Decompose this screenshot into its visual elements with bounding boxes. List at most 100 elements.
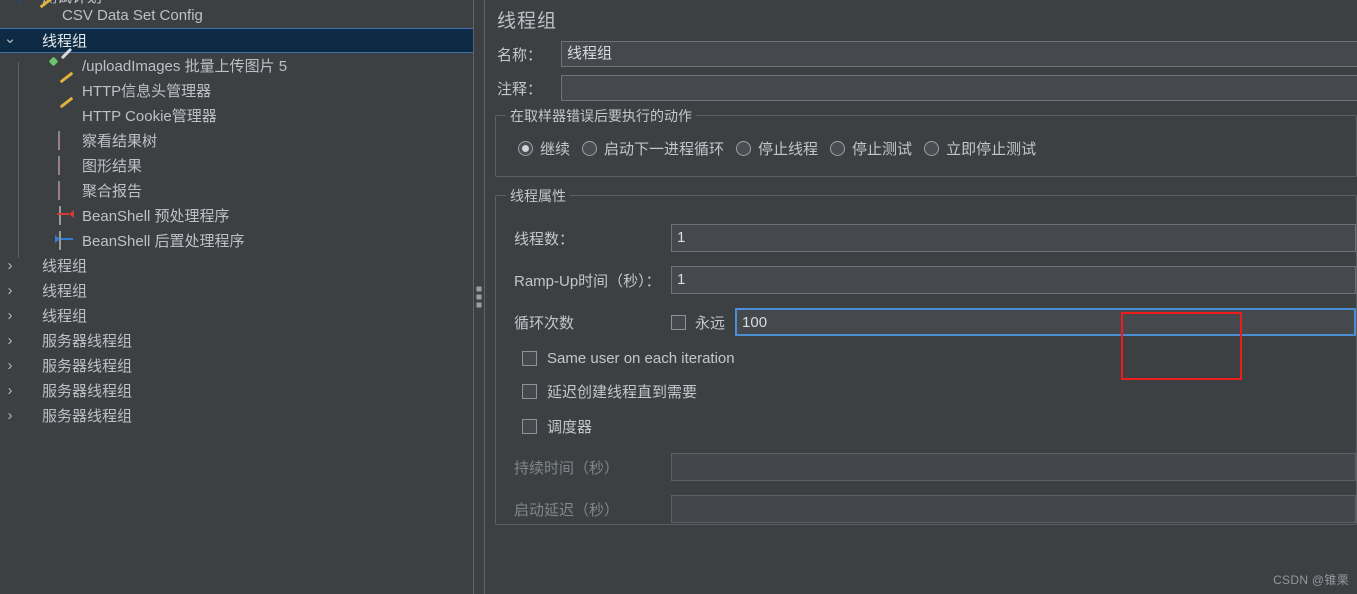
gear-icon [18, 307, 36, 325]
tree-item-15[interactable]: › 服务器线程组 [0, 353, 473, 378]
chevron-right-icon[interactable]: › [2, 333, 18, 348]
tree-item-label: 察看结果树 [82, 133, 158, 150]
chevron-right-icon[interactable]: › [2, 258, 18, 273]
same-user-label: Same user on each iteration [547, 350, 735, 367]
radio-button[interactable] [582, 141, 598, 156]
startup-delay-label: 启动延迟（秒） [514, 501, 620, 519]
delay-create-checkbox[interactable] [522, 384, 537, 399]
forever-checkbox[interactable] [671, 314, 686, 330]
num-threads-row: 线程数： 1 [496, 224, 1356, 252]
tree-item-7[interactable]: 图形结果 [0, 153, 473, 178]
tree-item-13[interactable]: › 线程组 [0, 303, 473, 328]
tree-item-label: 服务器线程组 [42, 408, 133, 425]
wrench-icon [58, 107, 76, 125]
chevron-right-icon[interactable]: › [2, 358, 18, 373]
on-sampler-error-radio-group[interactable]: 继续 启动下一进程循环 停止线程 停止测试 立即停止测试 [496, 138, 1356, 159]
tree-item-label: 服务器线程组 [42, 383, 133, 400]
radio-button[interactable] [830, 141, 846, 156]
tree-item-label: BeanShell 后置处理程序 [82, 233, 245, 250]
radio-button[interactable] [736, 141, 752, 156]
radio-button[interactable] [518, 141, 533, 156]
doc-post-icon [58, 230, 76, 250]
scheduler-label: 调度器 [547, 419, 593, 436]
loop-count-label: 循环次数 [514, 314, 575, 332]
ramp-up-input[interactable]: 1 [671, 266, 1356, 294]
wrench-icon [58, 82, 76, 100]
loop-count-input[interactable]: 100 [735, 308, 1356, 336]
tree-item-11[interactable]: › 线程组 [0, 253, 473, 278]
gear-icon [18, 357, 36, 375]
on-error-option-4[interactable]: 立即停止测试 [924, 138, 1036, 159]
duration-row: 持续时间（秒） [496, 453, 1356, 481]
tree-item-label: BeanShell 预处理程序 [82, 208, 230, 225]
tree-item-label: CSV Data Set Config [62, 7, 203, 24]
dropper-icon [58, 57, 76, 75]
radio-label: 启动下一进程循环 [604, 141, 725, 158]
forever-control[interactable]: 永远 [671, 312, 725, 333]
page-title: 线程组 [497, 11, 558, 32]
gear-icon [18, 257, 36, 275]
chevron-right-icon[interactable]: › [2, 308, 18, 323]
scheduler-checkbox[interactable] [522, 419, 537, 434]
tree-item-label: 图形结果 [82, 158, 143, 175]
delay-create-row[interactable]: 延迟创建线程直到需要 [496, 381, 1356, 402]
tree-item-label: 线程组 [42, 308, 88, 325]
tree-item-1[interactable]: CSV Data Set Config [0, 3, 473, 28]
duration-input [671, 453, 1356, 481]
radio-label: 停止测试 [852, 141, 913, 158]
delay-create-label: 延迟创建线程直到需要 [547, 384, 698, 401]
tree-item-label: HTTP Cookie管理器 [82, 108, 217, 125]
ramp-up-label: Ramp-Up时间（秒）： [514, 272, 661, 290]
tree-item-12[interactable]: › 线程组 [0, 278, 473, 303]
radio-label: 停止线程 [758, 141, 819, 158]
tree-item-label: 聚合报告 [82, 183, 143, 200]
forever-label: 永远 [695, 314, 726, 332]
name-input[interactable]: 线程组 [561, 41, 1357, 67]
tree-item-17[interactable]: › 服务器线程组 [0, 403, 473, 428]
tree-item-5[interactable]: HTTP Cookie管理器 [0, 103, 473, 128]
tree-item-6[interactable]: 察看结果树 [0, 128, 473, 153]
jmeter-window: 测试计划CSV Data Set Config⌄线程组/uploadImages… [0, 0, 1357, 594]
on-error-option-1[interactable]: 启动下一进程循环 [582, 138, 724, 159]
same-user-row[interactable]: Same user on each iteration [496, 350, 1356, 367]
radio-button[interactable] [924, 141, 940, 156]
chart-icon [58, 130, 76, 150]
on-error-option-0[interactable]: 继续 [518, 138, 570, 159]
gear-icon [18, 382, 36, 400]
panel-splitter[interactable] [473, 0, 485, 594]
loop-count-row: 循环次数 永远 100 [496, 308, 1356, 336]
num-threads-input[interactable]: 1 [671, 224, 1356, 252]
on-error-option-2[interactable]: 停止线程 [736, 138, 818, 159]
radio-label: 立即停止测试 [946, 141, 1037, 158]
tree-item-10[interactable]: BeanShell 后置处理程序 [0, 228, 473, 253]
wrench-icon [38, 7, 56, 25]
thread-properties-group: 线程属性 线程数： 1 Ramp-Up时间（秒）： 1 循环次数 永远 100 … [495, 186, 1357, 525]
chart-icon [58, 155, 76, 175]
same-user-checkbox[interactable] [522, 351, 537, 366]
on-sampler-error-title: 在取样器错误后要执行的动作 [506, 106, 696, 126]
chevron-down-icon[interactable]: ⌄ [2, 31, 18, 46]
watermark-text: CSDN @锥栗 [1273, 573, 1349, 587]
duration-label: 持续时间（秒） [514, 459, 620, 477]
comment-input[interactable] [561, 75, 1357, 101]
tree-item-14[interactable]: › 服务器线程组 [0, 328, 473, 353]
num-threads-label: 线程数： [514, 230, 575, 248]
tree-item-label: 线程组 [42, 258, 88, 275]
splitter-grip-icon[interactable] [476, 286, 482, 308]
gear-icon [18, 407, 36, 425]
on-error-option-3[interactable]: 停止测试 [830, 138, 912, 159]
chevron-right-icon[interactable]: › [2, 383, 18, 398]
tree-item-8[interactable]: 聚合报告 [0, 178, 473, 203]
test-plan-tree[interactable]: 测试计划CSV Data Set Config⌄线程组/uploadImages… [0, 0, 473, 594]
tree-item-16[interactable]: › 服务器线程组 [0, 378, 473, 403]
chart-icon [58, 180, 76, 200]
chevron-right-icon[interactable]: › [2, 408, 18, 423]
tree-item-label: 服务器线程组 [42, 358, 133, 375]
startup-delay-input [671, 495, 1356, 523]
tree-item-9[interactable]: BeanShell 预处理程序 [0, 203, 473, 228]
chevron-right-icon[interactable]: › [2, 283, 18, 298]
tree-item-label: 服务器线程组 [42, 333, 133, 350]
comment-field-row: 注释： [485, 75, 1357, 101]
thread-group-panel: 线程组 名称： 线程组 注释： 在取样器错误后要执行的动作 继续 启动下一进程循环… [485, 0, 1357, 594]
scheduler-row[interactable]: 调度器 [496, 416, 1356, 437]
